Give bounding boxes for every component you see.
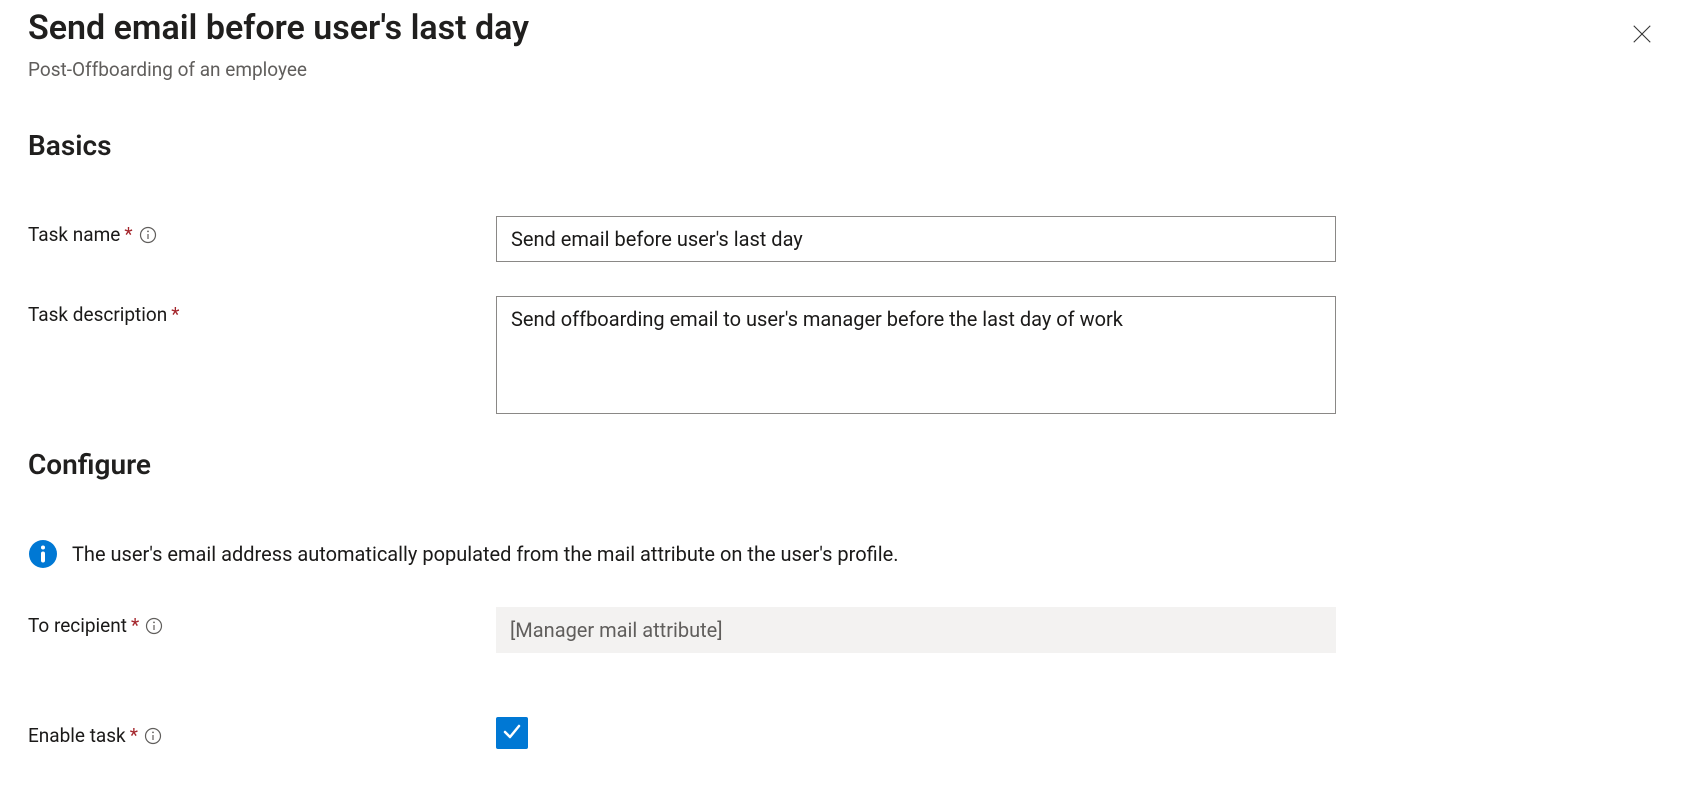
info-text: The user's email address automatically p… (72, 542, 898, 566)
info-filled-icon (28, 539, 58, 569)
task-description-label-group: Task description * (28, 296, 496, 326)
task-description-label: Task description (28, 303, 167, 326)
check-icon (501, 720, 523, 746)
enable-task-label-group: Enable task * (28, 717, 496, 747)
close-button[interactable] (1629, 22, 1655, 48)
panel: Send email before user's last day Post-O… (0, 0, 1689, 749)
task-name-label: Task name (28, 223, 120, 246)
required-marker: * (130, 724, 138, 747)
row-task-description: Task description * (28, 296, 1661, 414)
close-icon (1631, 23, 1653, 48)
panel-title: Send email before user's last day (28, 8, 1661, 48)
task-name-label-group: Task name * (28, 216, 496, 246)
panel-subtitle: Post-Offboarding of an employee (28, 58, 1661, 81)
info-icon[interactable] (144, 727, 162, 745)
row-enable-task: Enable task * (28, 717, 1661, 749)
required-marker: * (171, 303, 179, 326)
section-heading-basics: Basics (28, 129, 1661, 162)
info-icon[interactable] (139, 226, 157, 244)
to-recipient-label-group: To recipient * (28, 607, 496, 637)
basics-form: Task name * Task description * (28, 216, 1661, 414)
configure-form: To recipient * [Manager mail attribute] … (28, 607, 1661, 749)
to-recipient-label: To recipient (28, 614, 127, 637)
required-marker: * (131, 614, 139, 637)
to-recipient-readonly: [Manager mail attribute] (496, 607, 1336, 653)
task-description-input[interactable] (496, 296, 1336, 414)
info-line: The user's email address automatically p… (28, 539, 1661, 569)
row-task-name: Task name * (28, 216, 1661, 262)
info-icon[interactable] (145, 617, 163, 635)
enable-task-checkbox[interactable] (496, 717, 528, 749)
row-to-recipient: To recipient * [Manager mail attribute] (28, 607, 1661, 653)
task-name-input[interactable] (496, 216, 1336, 262)
enable-task-label: Enable task (28, 724, 126, 747)
required-marker: * (124, 223, 132, 246)
section-heading-configure: Configure (28, 448, 1661, 481)
